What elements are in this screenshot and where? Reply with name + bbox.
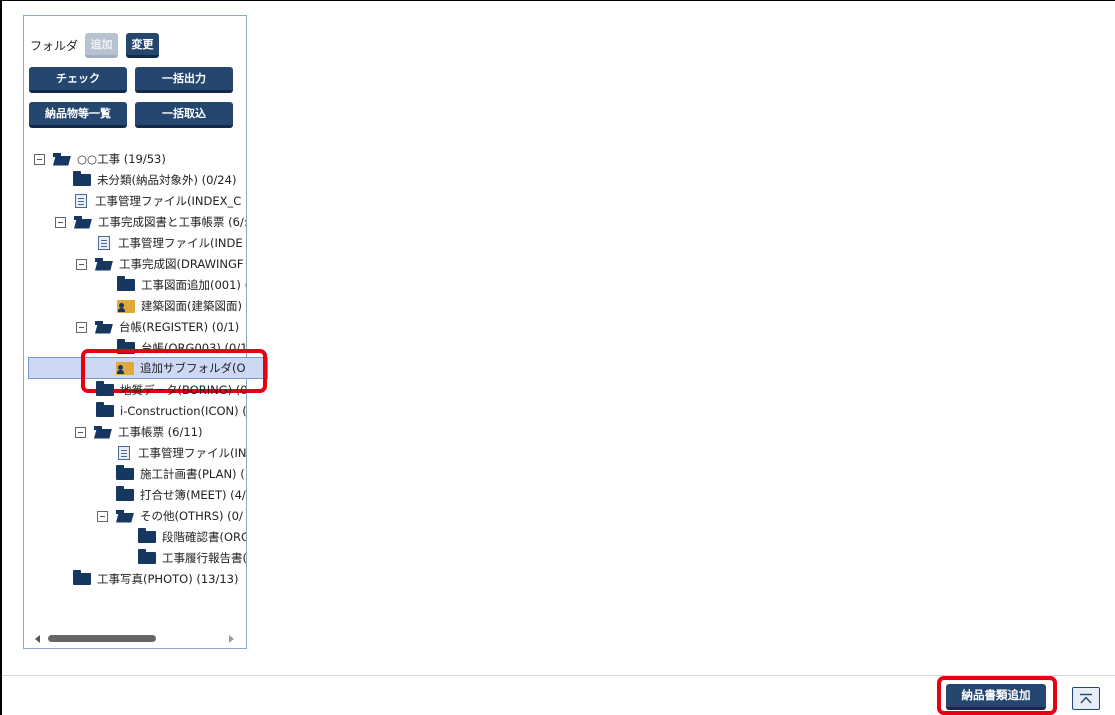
folder-icon — [96, 402, 114, 417]
bulk-output-button[interactable]: 一括出力 — [135, 67, 233, 93]
folder-icon — [116, 465, 134, 480]
scrollbar-thumb[interactable] — [48, 635, 156, 642]
chevron-up-icon — [1080, 693, 1092, 703]
collapse-icon[interactable] — [97, 510, 108, 522]
highlight-callout-add-documents — [937, 676, 1057, 715]
add-folder-button[interactable]: 追加 — [85, 33, 119, 58]
tree-item[interactable]: 工事写真(PHOTO) (13/13) — [73, 569, 246, 589]
change-folder-button[interactable]: 変更 — [126, 33, 160, 58]
scroll-to-top-button[interactable] — [1072, 687, 1100, 710]
folder-icon — [96, 381, 114, 396]
deliverables-list-button[interactable]: 納品物等一覧 — [29, 102, 127, 128]
folder-open-icon — [94, 425, 112, 439]
folder-icon — [116, 486, 134, 501]
check-button[interactable]: チェック — [29, 67, 127, 93]
collapse-icon[interactable] — [75, 426, 86, 438]
scroll-right-icon[interactable] — [229, 635, 234, 643]
tree-item[interactable]: 工事管理ファイル(IN — [116, 443, 246, 463]
folder-label: フォルダ — [30, 39, 79, 53]
tree-item[interactable]: 工事帳票 (6/11) — [75, 422, 246, 442]
bulk-import-button[interactable]: 一括取込 — [135, 102, 233, 128]
tree-item[interactable]: その他(OTHRS) (0/ — [97, 506, 246, 526]
document-icon — [118, 446, 130, 460]
scroll-left-icon[interactable] — [35, 635, 40, 643]
horizontal-scrollbar[interactable] — [32, 634, 242, 644]
tree-item[interactable]: 打合せ簿(MEET) (4/ — [116, 485, 246, 505]
folder-icon — [73, 570, 91, 585]
tree-item[interactable]: i-Construction(ICON) ( — [96, 401, 246, 421]
folder-open-icon — [116, 509, 134, 523]
folder-toolbar: フォルダ 追加 変更 — [30, 33, 167, 58]
tree-item-selected[interactable]: 追加サブフォルダ(O — [116, 358, 246, 378]
tree-item[interactable]: 地質データ(BORING) (0 — [96, 380, 246, 400]
folder-icon — [138, 528, 156, 543]
tree-item[interactable]: 段階確認書(ORG — [138, 527, 246, 547]
folder-tree-lower: 地質データ(BORING) (0 i-Construction(ICON) ( … — [23, 148, 247, 608]
tree-item[interactable]: 工事履行報告書( — [138, 548, 246, 568]
tree-item[interactable]: 施工計画書(PLAN) ( — [116, 464, 246, 484]
folder-icon — [138, 549, 156, 564]
user-folder-icon — [116, 361, 134, 375]
